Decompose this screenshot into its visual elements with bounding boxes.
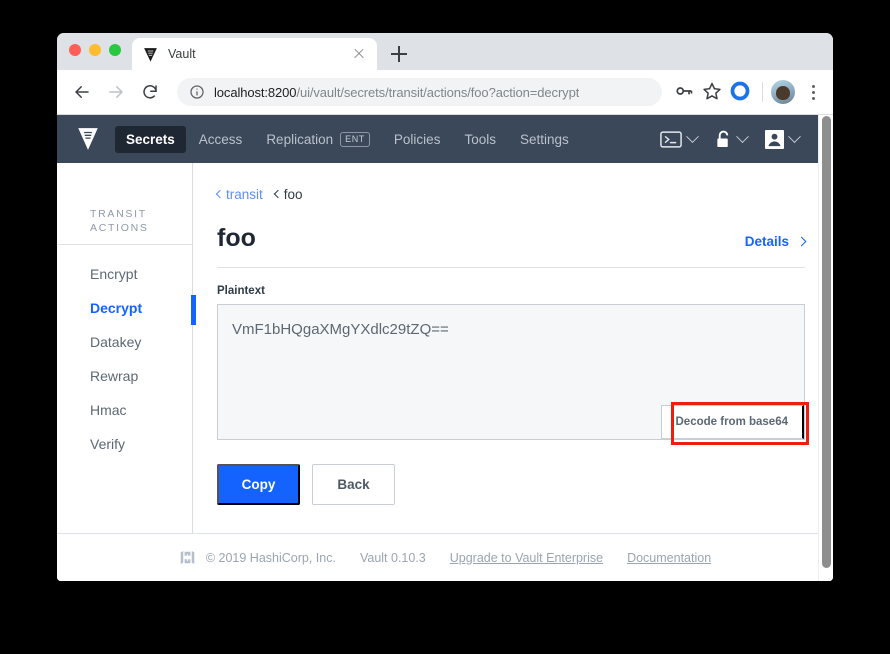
chevron-down-icon bbox=[736, 129, 749, 143]
user-menu[interactable] bbox=[757, 126, 807, 153]
back-arrow-icon[interactable] bbox=[67, 77, 97, 107]
console-menu[interactable] bbox=[652, 127, 705, 152]
breadcrumb: transit foo bbox=[215, 187, 805, 202]
close-icon[interactable] bbox=[351, 46, 367, 62]
browser-tab[interactable]: Vault bbox=[132, 38, 377, 70]
window-traffic-lights bbox=[69, 44, 121, 56]
sidebar-item-datakey[interactable]: Datakey bbox=[57, 325, 192, 359]
user-icon bbox=[765, 129, 784, 149]
sidebar-heading-line2: ACTIONS bbox=[90, 222, 149, 234]
nav-item-label: Policies bbox=[393, 131, 441, 147]
chevron-right-icon bbox=[796, 236, 807, 247]
sidebar-item-hmac[interactable]: Hmac bbox=[57, 393, 192, 427]
title-row: foo Details bbox=[217, 224, 807, 268]
nav-item-secrets[interactable]: Secrets bbox=[115, 125, 186, 153]
forward-arrow-icon[interactable] bbox=[101, 77, 131, 107]
toolbar-divider bbox=[762, 82, 763, 102]
page-viewport: Secrets Access Replication ENT Policies … bbox=[57, 115, 833, 581]
chevron-down-icon bbox=[788, 129, 801, 143]
browser-window: Vault localhost:8200/ui/vault/secrets/tr… bbox=[57, 33, 833, 581]
sidebar-item-label: Rewrap bbox=[90, 368, 139, 384]
decode-from-base64-button[interactable]: Decode from base64 bbox=[660, 405, 804, 439]
seal-menu[interactable] bbox=[707, 126, 755, 153]
breadcrumb-link-transit[interactable]: transit bbox=[215, 187, 263, 202]
footer-copyright: © 2019 HashiCorp, Inc. bbox=[205, 550, 336, 565]
nav-item-label: Tools bbox=[464, 131, 496, 147]
sidebar-item-label: Decrypt bbox=[90, 300, 143, 316]
page-footer: © 2019 HashiCorp, Inc. Vault 0.10.3 Upgr… bbox=[57, 533, 833, 581]
breadcrumb-current: foo bbox=[273, 187, 303, 202]
sidebar-item-label: Encrypt bbox=[90, 266, 138, 282]
copy-button[interactable]: Copy bbox=[217, 464, 300, 505]
star-icon[interactable] bbox=[702, 81, 724, 103]
sidebar-item-rewrap[interactable]: Rewrap bbox=[57, 359, 192, 393]
sidebar-item-decrypt[interactable]: Decrypt bbox=[57, 291, 196, 325]
vault-triangle-icon bbox=[144, 47, 157, 62]
key-icon[interactable] bbox=[674, 81, 696, 103]
sidebar-heading: TRANSIT ACTIONS bbox=[57, 207, 192, 245]
info-circle-icon[interactable] bbox=[189, 84, 205, 100]
breadcrumb-label: foo bbox=[283, 187, 303, 202]
extension-circle-icon[interactable] bbox=[730, 81, 752, 103]
new-tab-icon[interactable] bbox=[387, 42, 411, 66]
avatar[interactable] bbox=[771, 80, 795, 104]
chevron-left-icon bbox=[215, 189, 225, 198]
url-host: localhost:8200 bbox=[214, 84, 297, 100]
vault-navbar: Secrets Access Replication ENT Policies … bbox=[57, 115, 833, 163]
close-window-button[interactable] bbox=[69, 44, 81, 56]
minimize-window-button[interactable] bbox=[89, 44, 101, 56]
enterprise-badge: ENT bbox=[340, 131, 370, 147]
sidebar-item-label: Hmac bbox=[90, 402, 127, 418]
nav-item-replication[interactable]: Replication ENT bbox=[255, 126, 381, 153]
page-scrollbar[interactable] bbox=[818, 115, 833, 581]
nav-item-settings[interactable]: Settings bbox=[509, 126, 580, 153]
three-dot-menu-icon[interactable] bbox=[803, 81, 823, 103]
unlock-icon bbox=[717, 130, 729, 147]
action-button-row: Copy Back bbox=[217, 464, 805, 505]
nav-item-access[interactable]: Access bbox=[188, 126, 254, 153]
details-link-label: Details bbox=[744, 234, 789, 249]
nav-item-label: Replication bbox=[266, 131, 334, 147]
sidebar-heading-line1: TRANSIT bbox=[90, 208, 147, 220]
chevron-left-icon bbox=[273, 189, 283, 198]
back-button[interactable]: Back bbox=[312, 464, 395, 505]
main-content: transit foo foo Details Plaintext VmF1bH… bbox=[193, 163, 833, 581]
footer-version: Vault 0.10.3 bbox=[359, 550, 426, 565]
hashicorp-logo-icon bbox=[180, 551, 195, 564]
nav-item-tools[interactable]: Tools bbox=[453, 126, 507, 153]
browser-tab-strip: Vault bbox=[57, 33, 833, 70]
browser-toolbar: localhost:8200/ui/vault/secrets/transit/… bbox=[57, 70, 833, 115]
plaintext-output-box: VmF1bHQgaXMgYXdlc29tZQ== Decode from bas… bbox=[217, 304, 809, 445]
details-link[interactable]: Details bbox=[744, 234, 807, 249]
reload-icon[interactable] bbox=[135, 77, 165, 107]
console-icon bbox=[660, 130, 682, 148]
address-bar-url: localhost:8200/ui/vault/secrets/transit/… bbox=[214, 85, 579, 100]
nav-item-policies[interactable]: Policies bbox=[383, 126, 452, 153]
page-scrollbar-thumb[interactable] bbox=[822, 116, 831, 568]
content-wrapper: TRANSIT ACTIONS Encrypt Decrypt Datakey … bbox=[57, 163, 833, 581]
sidebar-item-label: Datakey bbox=[90, 334, 142, 350]
tab-title: Vault bbox=[168, 47, 196, 61]
plaintext-field-label: Plaintext bbox=[217, 285, 265, 297]
address-bar[interactable]: localhost:8200/ui/vault/secrets/transit/… bbox=[177, 78, 662, 106]
page-title: foo bbox=[217, 224, 256, 252]
nav-item-label: Secrets bbox=[126, 131, 175, 147]
sidebar-item-encrypt[interactable]: Encrypt bbox=[57, 257, 192, 291]
plaintext-value: VmF1bHQgaXMgYXdlc29tZQ== bbox=[232, 321, 449, 338]
chevron-down-icon bbox=[686, 129, 699, 143]
nav-item-label: Settings bbox=[519, 131, 569, 147]
sidebar-item-verify[interactable]: Verify bbox=[57, 427, 192, 461]
vault-logo-icon[interactable] bbox=[75, 126, 101, 152]
footer-documentation-link[interactable]: Documentation bbox=[627, 551, 711, 565]
breadcrumb-label: transit bbox=[226, 187, 263, 202]
maximize-window-button[interactable] bbox=[109, 44, 121, 56]
sidebar-item-label: Verify bbox=[90, 436, 126, 452]
sidebar: TRANSIT ACTIONS Encrypt Decrypt Datakey … bbox=[57, 163, 196, 581]
footer-upgrade-link[interactable]: Upgrade to Vault Enterprise bbox=[450, 551, 603, 565]
navbar-right-controls bbox=[652, 115, 807, 163]
url-path: /ui/vault/secrets/transit/actions/foo?ac… bbox=[296, 84, 580, 100]
nav-item-label: Access bbox=[198, 131, 243, 147]
